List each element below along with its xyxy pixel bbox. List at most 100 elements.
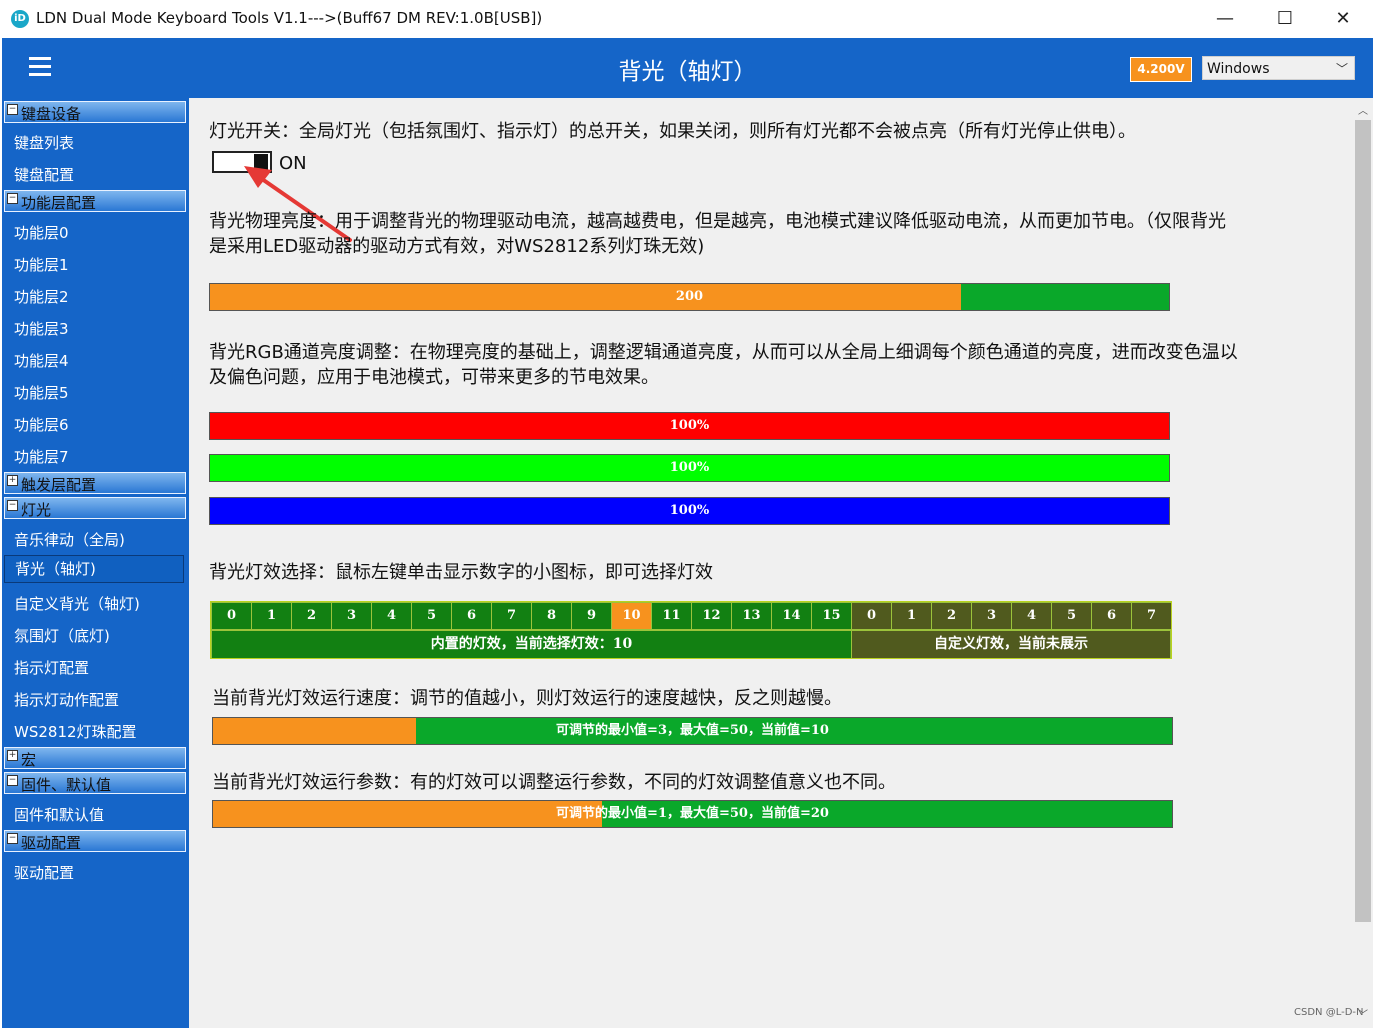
collapse-icon[interactable]: − [7, 104, 18, 115]
sidebar-group-label: 灯光 [21, 501, 52, 519]
sidebar-item-layer-5[interactable]: 功能层5 [14, 382, 69, 403]
sidebar-item-keyboard-list[interactable]: 键盘列表 [14, 132, 74, 153]
sidebar-item-custom-backlight[interactable]: 自定义背光（轴灯) [14, 593, 140, 614]
effect-grid: 内置的灯效，当前选择灯效：10 自定义灯效，当前未展示 0 1 2 3 4 5 6 7 8 9 10… [210, 601, 1172, 659]
param-value: 可调节的最小值=1，最大值=50，当前值=20 [556, 806, 829, 821]
scroll-up-icon[interactable]: ︿ [1353, 102, 1373, 117]
sidebar-group-label: 触发层配置 [21, 476, 97, 494]
chevron-down-icon: ﹀ [1335, 62, 1348, 76]
minimize-button[interactable]: — [1202, 4, 1248, 34]
speed-value: 可调节的最小值=3，最大值=50，当前值=10 [556, 723, 829, 738]
effect-cell-builtin-0[interactable]: 0 [212, 603, 251, 629]
sidebar-group-lighting[interactable]: − 灯光 [4, 497, 186, 519]
sidebar-item-ws2812-config[interactable]: WS2812灯珠配置 [14, 721, 137, 742]
effect-description: 背光灯效选择：鼠标左键单击显示数字的小图标，即可选择灯效 [209, 562, 713, 583]
green-channel-slider[interactable]: 100% [209, 454, 1170, 482]
sidebar-item-ambient-light[interactable]: 氛围灯（底灯) [14, 625, 110, 646]
custom-effects-label: 自定义灯效，当前未展示 [852, 631, 1170, 658]
sidebar-item-layer-3[interactable]: 功能层3 [14, 318, 69, 339]
sidebar-group-label: 键盘设备 [21, 105, 82, 123]
effect-cell-custom-1[interactable]: 1 [892, 603, 931, 629]
sidebar-item-driver-config[interactable]: 驱动配置 [14, 862, 74, 883]
os-select-value: Windows [1207, 61, 1270, 77]
sidebar-item-firmware-defaults[interactable]: 固件和默认值 [14, 804, 104, 825]
sidebar-group-driver[interactable]: − 驱动配置 [4, 830, 186, 852]
expand-icon[interactable]: + [7, 475, 18, 486]
effect-cell-builtin-8[interactable]: 8 [532, 603, 571, 629]
sidebar-group-label: 功能层配置 [21, 194, 97, 212]
sidebar-item-layer-6[interactable]: 功能层6 [14, 414, 69, 435]
sidebar-item-layer-7[interactable]: 功能层7 [14, 446, 69, 467]
effect-cell-builtin-1[interactable]: 1 [252, 603, 291, 629]
speed-description: 当前背光灯效运行速度：调节的值越小，则灯效运行的速度越快，反之则越慢。 [212, 688, 842, 709]
effect-cell-builtin-15[interactable]: 15 [812, 603, 851, 629]
sidebar-item-indicator-action[interactable]: 指示灯动作配置 [14, 689, 119, 710]
os-select[interactable]: Windows ﹀ [1202, 56, 1355, 80]
maximize-button[interactable]: ☐ [1262, 4, 1308, 34]
effect-cell-builtin-11[interactable]: 11 [652, 603, 691, 629]
brightness-slider[interactable]: 200 [209, 283, 1170, 311]
vertical-scrollbar[interactable]: ︿ ﹀ [1353, 98, 1373, 1028]
effect-cell-builtin-6[interactable]: 6 [452, 603, 491, 629]
sidebar-group-layers[interactable]: − 功能层配置 [4, 190, 186, 212]
effect-cell-custom-7[interactable]: 7 [1132, 603, 1171, 629]
collapse-icon[interactable]: − [7, 193, 18, 204]
sidebar-item-indicator-config[interactable]: 指示灯配置 [14, 657, 89, 678]
sidebar-item-backlight[interactable]: 背光（轴灯) [4, 555, 184, 583]
sidebar-group-label: 固件、默认值 [21, 776, 112, 794]
brightness-description-line2: 是采用LED驱动器的驱动方式有效，对WS2812系列灯珠无效) [209, 236, 705, 257]
sidebar-group-trigger-layers[interactable]: + 触发层配置 [4, 472, 186, 494]
effect-cell-builtin-7[interactable]: 7 [492, 603, 531, 629]
collapse-icon[interactable]: − [7, 833, 18, 844]
speed-slider[interactable]: 可调节的最小值=3，最大值=50，当前值=10 [212, 717, 1173, 745]
app-icon: iD [11, 10, 29, 28]
sidebar-item-layer-1[interactable]: 功能层1 [14, 254, 69, 275]
effect-cell-custom-0[interactable]: 0 [852, 603, 891, 629]
window-titlebar: iD LDN Dual Mode Keyboard Tools V1.1--->… [0, 0, 1375, 38]
app-header: 背光（轴灯） 4.200V Windows ﹀ [2, 38, 1373, 98]
sidebar-group-label: 驱动配置 [21, 834, 82, 852]
builtin-effects-label: 内置的灯效，当前选择灯效：10 [212, 631, 851, 658]
effect-cell-builtin-10[interactable]: 10 [612, 603, 651, 629]
power-description: 灯光开关：全局灯光（包括氛围灯、指示灯）的总开关，如果关闭，则所有灯光都不会被点… [209, 121, 1136, 142]
window-title: LDN Dual Mode Keyboard Tools V1.1--->(Bu… [36, 9, 543, 27]
sidebar-item-music-rhythm[interactable]: 音乐律动（全局) [14, 529, 125, 550]
param-description: 当前背光灯效运行参数：有的灯效可以调整运行参数，不同的灯效调整值意义也不同。 [212, 772, 896, 793]
rgb-description-line1: 背光RGB通道亮度调整：在物理亮度的基础上，调整逻辑通道亮度，从而可以从全局上细… [209, 342, 1238, 363]
effect-cell-custom-4[interactable]: 4 [1012, 603, 1051, 629]
scrollbar-thumb[interactable] [1355, 120, 1371, 922]
sidebar-item-layer-4[interactable]: 功能层4 [14, 350, 69, 371]
sidebar-item-layer-2[interactable]: 功能层2 [14, 286, 69, 307]
red-channel-slider[interactable]: 100% [209, 412, 1170, 440]
red-channel-value: 100% [669, 418, 710, 433]
sidebar-group-keyboard-device[interactable]: − 键盘设备 [4, 101, 186, 123]
collapse-icon[interactable]: − [7, 775, 18, 786]
blue-channel-value: 100% [669, 503, 710, 518]
effect-cell-builtin-5[interactable]: 5 [412, 603, 451, 629]
effect-cell-custom-3[interactable]: 3 [972, 603, 1011, 629]
effect-cell-builtin-4[interactable]: 4 [372, 603, 411, 629]
brightness-description-line1: 背光物理亮度：用于调整背光的物理驱动电流，越高越费电，但是越亮，电池模式建议降低… [209, 211, 1226, 232]
sidebar: − 键盘设备 键盘列表 键盘配置 − 功能层配置 功能层0 功能层1 功能层2 … [2, 98, 189, 1028]
sidebar-group-firmware[interactable]: − 固件、默认值 [4, 772, 186, 794]
rgb-description-line2: 及偏色问题，应用于电池模式，可带来更多的节电效果。 [209, 367, 659, 388]
effect-cell-builtin-9[interactable]: 9 [572, 603, 611, 629]
effect-cell-custom-5[interactable]: 5 [1052, 603, 1091, 629]
effect-cell-custom-2[interactable]: 2 [932, 603, 971, 629]
effect-cell-builtin-2[interactable]: 2 [292, 603, 331, 629]
collapse-icon[interactable]: − [7, 500, 18, 511]
green-channel-value: 100% [669, 460, 710, 475]
brightness-value: 200 [675, 289, 704, 304]
expand-icon[interactable]: + [7, 750, 18, 761]
param-slider[interactable]: 可调节的最小值=1，最大值=50，当前值=20 [212, 800, 1173, 828]
sidebar-group-macro[interactable]: + 宏 [4, 747, 186, 769]
effect-cell-builtin-3[interactable]: 3 [332, 603, 371, 629]
effect-cell-custom-6[interactable]: 6 [1092, 603, 1131, 629]
effect-cell-builtin-13[interactable]: 13 [732, 603, 771, 629]
blue-channel-slider[interactable]: 100% [209, 497, 1170, 525]
sidebar-item-layer-0[interactable]: 功能层0 [14, 222, 69, 243]
effect-cell-builtin-12[interactable]: 12 [692, 603, 731, 629]
effect-cell-builtin-14[interactable]: 14 [772, 603, 811, 629]
sidebar-item-keyboard-config[interactable]: 键盘配置 [14, 164, 74, 185]
close-button[interactable]: ✕ [1320, 4, 1366, 34]
